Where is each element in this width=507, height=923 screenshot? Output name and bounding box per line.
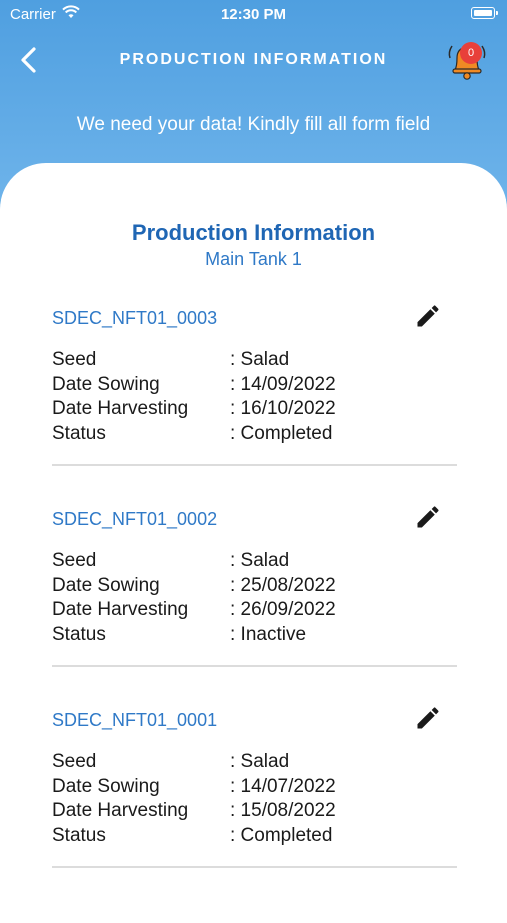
edit-icon[interactable]	[414, 302, 442, 330]
date-harvesting-label: Date Harvesting	[52, 599, 189, 620]
record-fields: Seed : Salad Date Sowing : 14/09/2022 Date…	[52, 348, 336, 446]
battery-icon	[471, 7, 498, 19]
status-value: : Completed	[230, 422, 333, 444]
seed-label: Seed	[52, 751, 97, 772]
divider	[52, 866, 457, 868]
record-fields: Seed : Salad Date Sowing : 25/08/2022 Date…	[52, 549, 336, 647]
status-bar: Carrier 12:30 PM	[0, 0, 507, 28]
status-label: Status	[52, 824, 106, 846]
date-sowing-label: Date Sowing	[52, 775, 160, 797]
section-subtitle: Main Tank 1	[205, 249, 302, 269]
date-sowing-label: Date Sowing	[52, 373, 160, 395]
record-card: SDEC_NFT01_0003 Seed : Salad Date Sowing:…	[52, 305, 457, 508]
status-label: Status	[52, 623, 106, 645]
divider	[52, 665, 457, 667]
page-title: PRODUCTION INFORMATION	[119, 51, 388, 68]
edit-icon[interactable]	[414, 503, 442, 531]
section-title: Production Information	[131, 220, 376, 245]
seed-value: : Salad	[230, 349, 290, 370]
status-value: : Completed	[230, 824, 333, 846]
record-card: SDEC_NFT01_0001 Seed : Salad Date Sowing:…	[52, 707, 457, 910]
record-fields: Seed : Salad Date Sowing : 14/07/2022 Date…	[52, 750, 336, 848]
record-id[interactable]: SDEC_NFT01_0003	[52, 308, 217, 329]
record-id[interactable]: SDEC_NFT01_0002	[52, 509, 217, 530]
status-label: Status	[52, 422, 106, 444]
date-harvesting-label: Date Harvesting	[52, 800, 189, 821]
date-sowing-value: : 25/08/2022	[230, 574, 336, 596]
edit-icon[interactable]	[414, 704, 442, 732]
seed-value: : Salad	[230, 550, 290, 571]
record-card: SDEC_NFT01_0002 Seed : Salad Date Sowing:…	[52, 506, 457, 709]
date-harvesting-label: Date Harvesting	[52, 398, 189, 419]
seed-value: : Salad	[230, 751, 290, 772]
notification-button[interactable]: 0	[444, 38, 490, 82]
divider	[52, 464, 457, 466]
date-sowing-value: : 14/07/2022	[230, 775, 336, 797]
form-instruction: We need your data! Kindly fill all form …	[76, 114, 431, 135]
date-harvesting-value: : 16/10/2022	[230, 398, 336, 419]
date-sowing-value: : 14/09/2022	[230, 373, 336, 395]
date-sowing-label: Date Sowing	[52, 574, 160, 596]
clock: 12:30 PM	[220, 6, 287, 23]
date-harvesting-value: : 26/09/2022	[230, 599, 336, 620]
date-harvesting-value: : 15/08/2022	[230, 800, 336, 821]
seed-label: Seed	[52, 349, 97, 370]
seed-label: Seed	[52, 550, 97, 571]
record-id[interactable]: SDEC_NFT01_0001	[52, 710, 217, 731]
status-value: : Inactive	[230, 623, 307, 645]
notification-badge: 0	[460, 42, 482, 64]
